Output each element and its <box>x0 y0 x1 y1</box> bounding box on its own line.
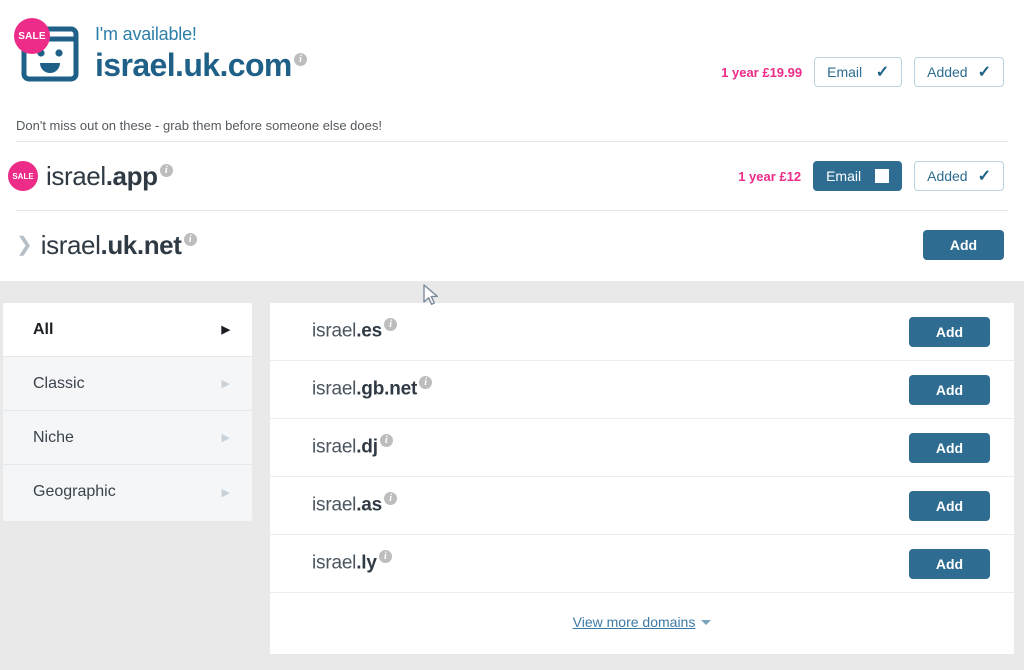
sale-badge: SALE <box>14 18 50 54</box>
info-icon[interactable]: i <box>183 232 197 246</box>
check-icon: ✓ <box>977 168 991 185</box>
info-icon[interactable]: i <box>293 53 307 67</box>
result-domain-name[interactable]: israel.gb.net i <box>312 376 433 400</box>
result-domain-prefix: israel <box>312 378 357 400</box>
info-icon[interactable]: i <box>419 376 433 390</box>
chevron-down-icon[interactable] <box>701 619 712 625</box>
result-domain-name[interactable]: israel.ly i <box>312 550 392 574</box>
hero-price: 1 year £19.99 <box>721 64 803 80</box>
sidebar-item-label: Geographic <box>33 483 116 500</box>
sidebar-item-niche[interactable]: Niche ▶ <box>3 411 252 465</box>
offer-row-israel-app: SALE israel.app i 1 year £12 Email Added … <box>0 142 1024 210</box>
hero-icon-group: SALE <box>14 18 84 84</box>
offer-domain-tld: .uk.net <box>100 229 182 260</box>
chevron-right-icon: ▶ <box>221 486 230 499</box>
result-domain-tld: .dj <box>356 436 378 458</box>
chevron-right-icon[interactable]: ❯ <box>16 235 33 255</box>
category-sidebar: All ▶ Classic ▶ Niche ▶ Geographic ▶ <box>3 303 252 521</box>
sidebar-item-all[interactable]: All ▶ <box>3 303 252 357</box>
sidebar-item-classic[interactable]: Classic ▶ <box>3 357 252 411</box>
result-domain-name[interactable]: israel.as i <box>312 492 398 516</box>
offer-row-actions: 1 year £12 Email Added ✓ <box>738 161 1004 191</box>
offer-domain-prefix: israel <box>40 229 101 260</box>
result-domain-name[interactable]: israel.dj i <box>312 434 393 458</box>
check-icon: ✓ <box>977 64 991 81</box>
offer-row-left: ❯ israel.uk.net i <box>8 211 197 279</box>
sale-badge: SALE <box>8 161 38 191</box>
offer-row-actions: Add <box>923 230 1004 260</box>
offer-price: 1 year £12 <box>738 168 802 184</box>
hero-text-group: I'm available! israel.uk.com i <box>95 24 307 84</box>
offer-row-left: SALE israel.app i <box>8 142 173 210</box>
check-icon: ✓ <box>875 64 890 81</box>
chevron-right-icon: ▶ <box>221 378 230 390</box>
add-button[interactable]: Add <box>909 375 990 405</box>
sidebar-item-geographic[interactable]: Geographic ▶ <box>3 465 252 519</box>
result-domain-tld: .as <box>356 494 383 516</box>
info-icon[interactable]: i <box>384 492 398 506</box>
hero-email-label: Email <box>827 64 863 80</box>
offer-email-label: Email <box>826 168 862 184</box>
offer-added-button[interactable]: Added ✓ <box>914 161 1004 191</box>
domain-search-results-page: SALE I'm available! israel.uk.com i 1 yea… <box>0 0 1024 670</box>
sidebar-item-label: Classic <box>33 374 85 392</box>
offer-domain-tld: .app <box>105 160 158 191</box>
table-row: israel.dj i Add <box>270 419 1014 477</box>
table-row: israel.gb.net i Add <box>270 361 1014 419</box>
result-domain-tld: .ly <box>356 552 377 574</box>
chevron-right-icon: ▶ <box>221 432 230 444</box>
offer-row-israel-uk-net: ❯ israel.uk.net i Add <box>0 211 1024 279</box>
offer-added-label: Added <box>927 168 968 184</box>
hero-added-label: Added <box>927 64 968 80</box>
offer-domain-name[interactable]: israel.uk.net i <box>41 230 197 261</box>
info-icon[interactable]: i <box>384 318 398 332</box>
result-domain-tld: .gb.net <box>356 378 418 400</box>
result-domain-prefix: israel <box>312 320 357 342</box>
available-domain-hero: SALE I'm available! israel.uk.com i 1 yea… <box>0 0 1024 110</box>
table-row: israel.es i Add <box>270 303 1014 361</box>
result-domain-prefix: israel <box>312 552 357 574</box>
offer-domain-name[interactable]: israel.app i <box>46 161 173 192</box>
table-row: israel.as i Add <box>270 477 1014 535</box>
result-domain-prefix: israel <box>312 494 357 516</box>
info-icon[interactable]: i <box>378 550 392 564</box>
view-more-domains-link[interactable]: View more domains <box>573 614 696 630</box>
table-row: israel.ly i Add <box>270 535 1014 593</box>
domain-results-list: israel.es i Add israel.gb.net i Add israel… <box>270 303 1014 654</box>
list-footer: View more domains <box>270 593 1014 651</box>
checkbox-empty-icon[interactable] <box>875 169 890 183</box>
add-button[interactable]: Add <box>909 317 990 347</box>
availability-label: I'm available! <box>95 24 197 44</box>
add-button[interactable]: Add <box>909 491 990 521</box>
hero-domain-text: israel.uk.com <box>95 47 292 83</box>
promo-subtitle: Don't miss out on these - grab them befo… <box>16 118 382 133</box>
result-domain-tld: .es <box>356 320 383 342</box>
sidebar-item-label: All <box>33 320 54 338</box>
result-domain-name[interactable]: israel.es i <box>312 318 398 342</box>
add-button[interactable]: Add <box>923 230 1004 260</box>
hero-email-button[interactable]: Email ✓ <box>814 57 903 87</box>
hero-added-button[interactable]: Added ✓ <box>914 57 1004 87</box>
mouse-cursor <box>423 284 438 305</box>
result-domain-prefix: israel <box>312 436 357 458</box>
info-icon[interactable]: i <box>159 163 173 177</box>
info-icon[interactable]: i <box>379 434 393 448</box>
offer-email-button[interactable]: Email <box>813 161 903 191</box>
hero-actions: 1 year £19.99 Email ✓ Added ✓ <box>721 57 1004 87</box>
chevron-right-icon: ▶ <box>221 324 230 336</box>
sidebar-item-label: Niche <box>33 428 74 446</box>
add-button[interactable]: Add <box>909 433 990 463</box>
offer-domain-prefix: israel <box>46 160 106 191</box>
hero-domain-name: israel.uk.com i <box>95 46 307 84</box>
add-button[interactable]: Add <box>909 549 990 579</box>
